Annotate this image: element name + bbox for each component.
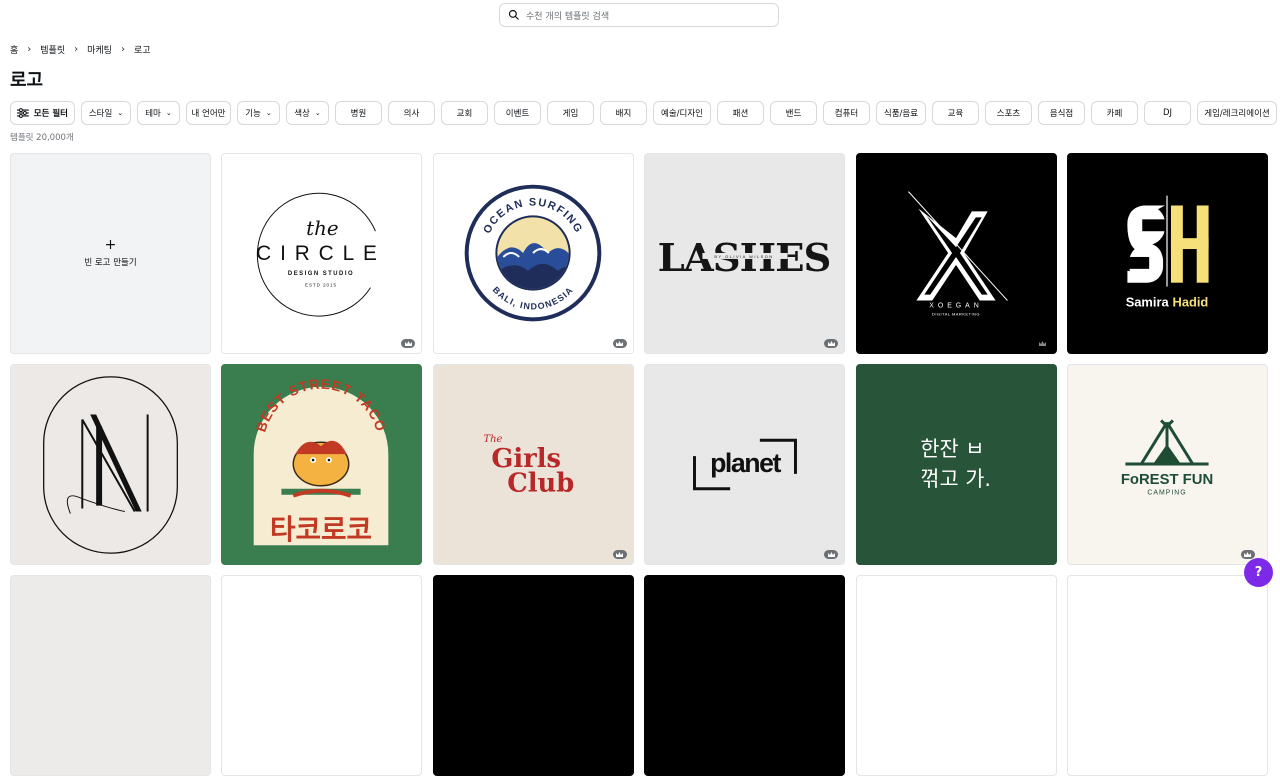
page-title: 로고 [10, 70, 44, 91]
chevron-down-icon: ⌄ [117, 109, 124, 117]
category-chip[interactable]: 교육 [932, 101, 979, 125]
template-card[interactable] [10, 364, 211, 565]
circle-sub-text: DESIGN STUDIO [288, 271, 354, 277]
chevron-right-icon: › [27, 44, 32, 55]
category-chip[interactable]: 병원 [335, 101, 382, 125]
color-dropdown[interactable]: 색상 ⌄ [286, 101, 329, 125]
forest-title-text: FoREST FUN [1121, 472, 1213, 488]
template-card[interactable] [432, 575, 634, 776]
premium-crown-icon [1240, 550, 1255, 559]
xoegan-name-text: XOEGAN [929, 302, 982, 309]
category-chip[interactable]: 이벤트 [494, 101, 541, 125]
category-chip[interactable]: 스포츠 [985, 101, 1032, 125]
category-chip[interactable]: 식품/음료 [876, 101, 926, 125]
ocean-surfing-logo: OCEAN SURFING BALI, INDONESIA [464, 184, 602, 322]
samira-name-text: Samira Hadid [1126, 294, 1209, 309]
m-monogram-logo [43, 376, 178, 554]
my-language-toggle[interactable]: 내 언어만 [186, 101, 231, 125]
girls-line2-text: Club [507, 469, 574, 499]
hanjan-line1-text: 한잔 ㅂ [920, 437, 984, 461]
create-blank-logo-card[interactable]: + 빈 로고 만들기 [10, 153, 211, 354]
category-chip[interactable]: 배지 [600, 101, 647, 125]
category-chip[interactable]: 패션 [717, 101, 764, 125]
chevron-down-icon: ⌄ [314, 109, 321, 117]
template-card[interactable]: planet [644, 364, 846, 565]
taco-logo: BEST STREET TACO 타코로코 [253, 376, 389, 547]
chevron-right-icon: › [120, 44, 125, 55]
template-card[interactable] [855, 575, 1057, 776]
template-card[interactable]: 한잔 ㅂ 꺾고 가. [855, 364, 1057, 565]
plus-icon: + [104, 236, 117, 253]
filter-sliders-icon [17, 108, 29, 118]
breadcrumb-home[interactable]: 홈 [10, 43, 18, 56]
premium-crown-icon [824, 339, 839, 348]
girls-club-logo: The Girls Club [483, 434, 574, 499]
circle-logo: the CIRCLE DESIGN STUDIO ESTD 2015 [257, 192, 387, 317]
premium-crown-icon [401, 339, 416, 348]
lashes-logo: LASHES BY OLIVIA WILSON [658, 236, 832, 281]
circle-title-text: CIRCLE [257, 242, 387, 265]
template-card[interactable] [1066, 575, 1268, 776]
template-card[interactable]: OCEAN SURFING BALI, INDONESIA [432, 153, 634, 354]
premium-crown-icon [612, 339, 627, 348]
category-chip[interactable]: DJ [1144, 101, 1191, 125]
forest-fun-logo: FoREST FUN CAMPING [1121, 419, 1213, 497]
category-chip[interactable]: 게임 [547, 101, 594, 125]
search-input[interactable]: 수천 개의 템플릿 검색 [499, 3, 779, 27]
hanjan-line2-text: 꺾고 가. [920, 467, 991, 491]
feature-dropdown[interactable]: 기능 ⌄ [237, 101, 280, 125]
breadcrumb-marketing[interactable]: 마케팅 [87, 43, 112, 56]
all-filters-button[interactable]: 모든 필터 [10, 101, 75, 125]
forest-sub-text: CAMPING [1147, 490, 1186, 497]
circle-estd-text: ESTD 2015 [305, 283, 337, 288]
category-chip[interactable]: 교회 [441, 101, 488, 125]
category-chip[interactable]: 밴드 [770, 101, 817, 125]
breadcrumb-templates[interactable]: 템플릿 [40, 43, 65, 56]
xoegan-sub-text: DIGITAL MARKETING [932, 311, 980, 316]
template-card[interactable]: The Girls Club [432, 364, 634, 565]
template-card[interactable]: XOEGAN DIGITAL MARKETING [855, 153, 1057, 354]
chevron-down-icon: ⌄ [265, 109, 272, 117]
template-grid: + 빈 로고 만들기 the CIRCLE DESIGN STUDIO ESTD… [10, 153, 1268, 776]
template-card[interactable]: FoREST FUN CAMPING [1066, 364, 1268, 565]
search-placeholder: 수천 개의 템플릿 검색 [526, 11, 610, 22]
category-chip[interactable]: 예술/디자인 [653, 101, 711, 125]
breadcrumb-logo: 로고 [133, 46, 151, 56]
template-card[interactable]: LASHES BY OLIVIA WILSON [644, 153, 846, 354]
samira-last-text: Hadid [1173, 294, 1209, 309]
planet-word-text: planet [710, 448, 781, 478]
category-chip[interactable]: 게임/레크리에이션 [1197, 101, 1277, 125]
category-chip[interactable]: 음식점 [1038, 101, 1085, 125]
category-chip[interactable]: 의사 [388, 101, 435, 125]
taco-korean-text: 타코로코 [270, 513, 372, 546]
filter-bar: 모든 필터 스타일 ⌄ 테마 ⌄ 내 언어만 기능 ⌄ 색상 ⌄ 병원 의사 교회 이벤… [10, 101, 1277, 125]
theme-dropdown[interactable]: 테마 ⌄ [137, 101, 180, 125]
template-count: 템플릿 20,000개 [10, 133, 74, 143]
premium-crown-icon [824, 550, 839, 559]
lashes-sub-text: BY OLIVIA WILSON [715, 254, 774, 259]
hanjan-logo: 한잔 ㅂ 꺾고 가. [920, 437, 991, 491]
template-card[interactable] [221, 575, 423, 776]
search-icon [508, 9, 519, 20]
premium-crown-icon [612, 550, 627, 559]
category-chip[interactable]: 카페 [1091, 101, 1138, 125]
template-card[interactable] [10, 575, 211, 776]
template-card[interactable]: Samira Hadid [1066, 153, 1268, 354]
template-card[interactable] [644, 575, 846, 776]
template-card[interactable]: the CIRCLE DESIGN STUDIO ESTD 2015 [221, 153, 423, 354]
circle-the-text: the [307, 217, 339, 240]
xoegan-logo: XOEGAN DIGITAL MARKETING [907, 191, 1008, 316]
help-button[interactable]: ? [1244, 558, 1273, 587]
samira-hadid-logo: Samira Hadid [1126, 195, 1209, 309]
premium-crown-icon [1036, 339, 1050, 348]
samira-first-text: Samira [1126, 294, 1170, 309]
chevron-right-icon: › [74, 44, 79, 55]
chevron-down-icon: ⌄ [165, 109, 172, 117]
breadcrumb: 홈 › 템플릿 › 마케팅 › 로고 [10, 43, 151, 56]
template-card[interactable]: BEST STREET TACO 타코로코 [221, 364, 423, 565]
style-dropdown[interactable]: 스타일 ⌄ [81, 101, 131, 125]
category-chip[interactable]: 컴퓨터 [823, 101, 870, 125]
planet-logo: planet [693, 438, 798, 491]
